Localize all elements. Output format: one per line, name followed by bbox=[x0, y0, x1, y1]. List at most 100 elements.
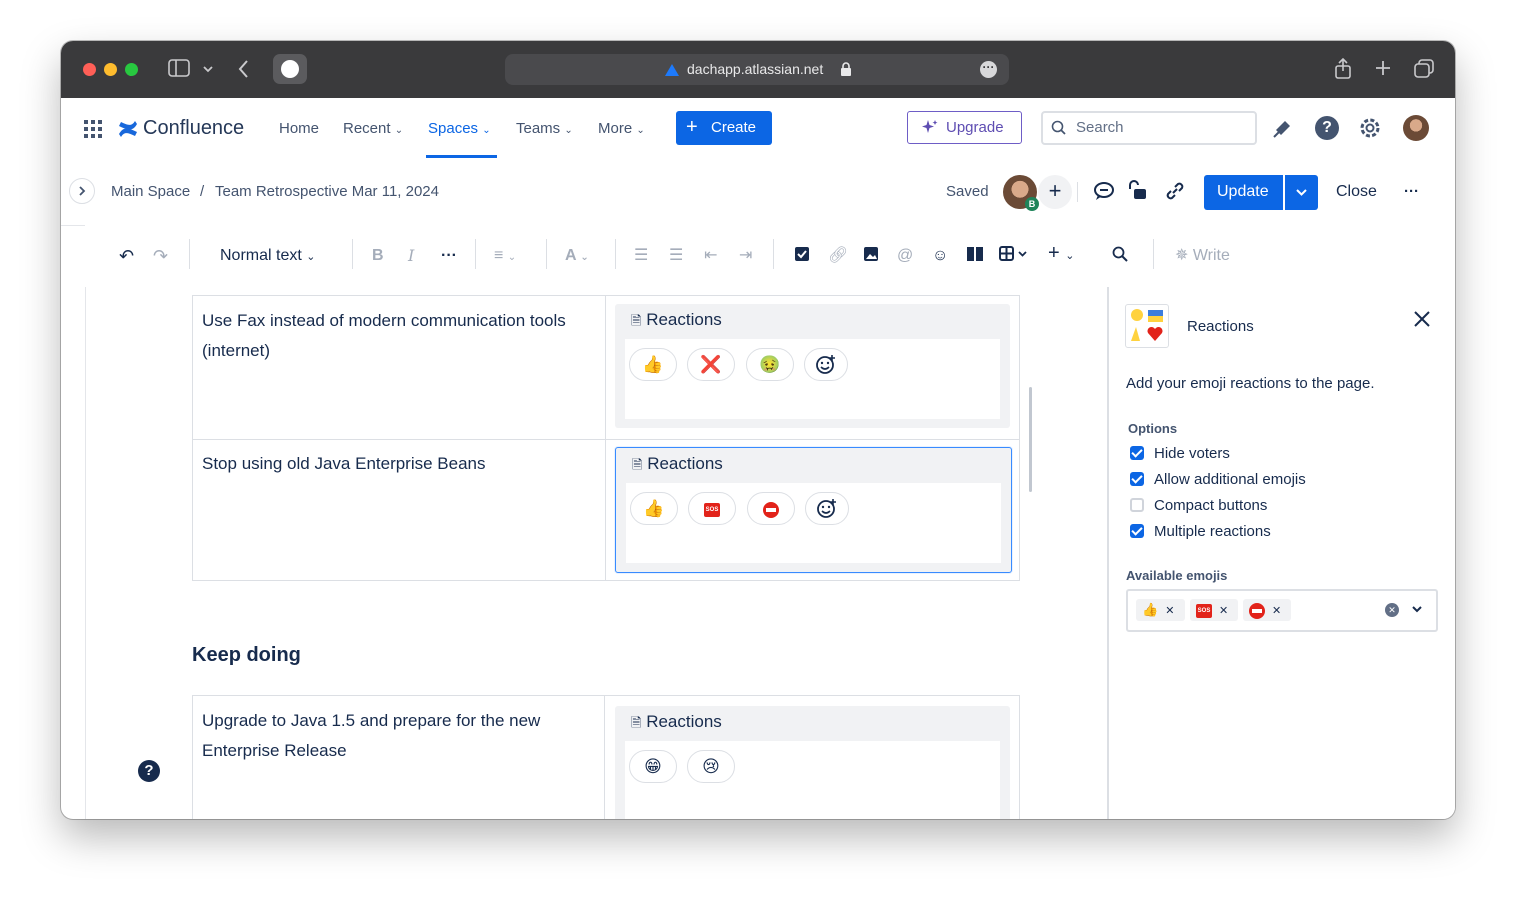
chevron-down-icon[interactable] bbox=[1410, 601, 1424, 622]
mention-icon[interactable]: @ bbox=[897, 247, 913, 265]
address-bar[interactable]: dachapp.atlassian.net ··· bbox=[505, 54, 1009, 85]
italic-icon[interactable]: I bbox=[408, 247, 414, 265]
reaction-button[interactable]: SOS bbox=[688, 492, 736, 525]
create-button[interactable]: + Create bbox=[676, 111, 772, 145]
tab-overview-icon[interactable] bbox=[1413, 59, 1435, 83]
remove-tag-icon[interactable]: ✕ bbox=[1219, 605, 1228, 617]
nav-recent[interactable]: Recent ⌄ bbox=[343, 120, 403, 137]
reaction-button[interactable] bbox=[747, 492, 795, 525]
reaction-button[interactable]: 👍 bbox=[629, 348, 677, 381]
ai-write-button[interactable]: ✵ Write bbox=[1175, 247, 1230, 265]
update-button-label: Update bbox=[1217, 183, 1269, 200]
editor-content[interactable]: Use Fax instead of modern communication … bbox=[85, 287, 1108, 819]
new-tab-icon[interactable] bbox=[1374, 59, 1392, 81]
notifications-icon[interactable] bbox=[1272, 117, 1294, 144]
invite-plus-button[interactable]: + bbox=[1038, 175, 1072, 209]
add-reaction-button[interactable] bbox=[805, 492, 849, 525]
emoji-tag: 👍 ✕ bbox=[1136, 599, 1185, 621]
bold-icon[interactable]: B bbox=[372, 247, 384, 265]
settings-gear-icon[interactable] bbox=[1358, 116, 1382, 145]
outdent-icon[interactable]: ⇤ bbox=[704, 247, 717, 265]
option-hide-voters[interactable]: Hide voters bbox=[1130, 445, 1230, 462]
more-formatting-icon[interactable]: ··· bbox=[441, 247, 457, 265]
image-icon[interactable] bbox=[863, 246, 879, 267]
checkbox-unchecked[interactable] bbox=[1130, 498, 1144, 513]
layouts-icon[interactable] bbox=[966, 246, 984, 267]
user-avatar[interactable] bbox=[1403, 115, 1429, 141]
nav-more[interactable]: More ⌄ bbox=[598, 120, 645, 137]
product-name[interactable]: Confluence bbox=[143, 117, 244, 140]
update-button[interactable]: Update bbox=[1204, 175, 1283, 210]
available-emojis-select[interactable]: 👍 ✕ SOS ✕ ✕ ✕ bbox=[1126, 589, 1438, 632]
nav-teams[interactable]: Teams ⌄ bbox=[516, 120, 573, 137]
sidebar-toggle-icon[interactable] bbox=[168, 59, 190, 81]
restrictions-lock-icon[interactable] bbox=[1128, 179, 1150, 206]
chevron-down-icon bbox=[1296, 189, 1307, 196]
link-icon[interactable]: 🔗︎ bbox=[828, 247, 848, 265]
reactions-macro-selected[interactable]: 🗎︎ Reactions 👍 SOS bbox=[615, 447, 1012, 573]
text-style-select[interactable]: Normal text ⌄ bbox=[220, 247, 315, 266]
option-multiple-reactions[interactable]: Multiple reactions bbox=[1130, 523, 1271, 540]
emoji-icon[interactable]: ☺ bbox=[932, 247, 948, 265]
back-icon[interactable] bbox=[238, 59, 250, 83]
remove-tag-icon[interactable]: ✕ bbox=[1165, 605, 1174, 617]
find-icon[interactable] bbox=[1112, 246, 1128, 267]
indent-icon[interactable]: ⇥ bbox=[739, 247, 752, 265]
app-switcher-icon[interactable] bbox=[83, 119, 103, 144]
close-icon[interactable] bbox=[1413, 310, 1431, 333]
bullet-list-icon[interactable]: ☰ bbox=[634, 247, 648, 265]
breadcrumb-page[interactable]: Team Retrospective Mar 11, 2024 bbox=[215, 183, 439, 200]
more-options-icon[interactable]: ··· bbox=[1404, 183, 1419, 200]
reaction-button[interactable]: 😁 bbox=[629, 750, 677, 783]
chevron-down-icon[interactable] bbox=[202, 60, 214, 80]
checkbox-checked[interactable] bbox=[1130, 524, 1144, 539]
reaction-button[interactable]: ❌ bbox=[687, 348, 735, 381]
update-options-button[interactable] bbox=[1285, 175, 1318, 210]
insert-plus-icon[interactable]: + ⌄ bbox=[1048, 243, 1074, 265]
nav-spaces[interactable]: Spaces ⌄ bbox=[428, 120, 491, 137]
nav-teams-label: Teams bbox=[516, 120, 561, 137]
minimize-window-button[interactable] bbox=[104, 63, 117, 76]
option-compact-buttons[interactable]: Compact buttons bbox=[1130, 497, 1267, 514]
confluence-logo-icon[interactable] bbox=[117, 119, 139, 144]
upgrade-button[interactable]: Upgrade bbox=[907, 111, 1022, 144]
task-checkbox-icon[interactable] bbox=[794, 246, 810, 267]
reactions-macro[interactable]: 🗎︎ Reactions 😁 😢 bbox=[615, 706, 1010, 819]
redo-icon[interactable]: ↷ bbox=[153, 247, 168, 265]
table-cell[interactable]: Use Fax instead of modern communication … bbox=[193, 296, 606, 439]
checkbox-checked[interactable] bbox=[1130, 472, 1144, 487]
checkbox-checked[interactable] bbox=[1130, 446, 1144, 461]
expand-sidebar-button[interactable] bbox=[69, 178, 95, 204]
help-icon[interactable]: ? bbox=[138, 760, 160, 782]
reaction-button[interactable]: 😢 bbox=[687, 750, 735, 783]
close-button[interactable]: Close bbox=[1336, 183, 1377, 201]
help-icon[interactable]: ? bbox=[1315, 116, 1339, 140]
table-icon[interactable] bbox=[999, 246, 1029, 267]
reactions-macro[interactable]: 🗎︎ Reactions 👍 ❌ 🤢 bbox=[615, 304, 1010, 428]
close-window-button[interactable] bbox=[83, 63, 96, 76]
share-icon[interactable] bbox=[1333, 57, 1353, 84]
maximize-window-button[interactable] bbox=[125, 63, 138, 76]
scrollbar[interactable] bbox=[1029, 387, 1032, 492]
table-cell[interactable]: Upgrade to Java 1.5 and prepare for the … bbox=[193, 696, 605, 819]
comment-icon[interactable] bbox=[1093, 180, 1115, 207]
link-icon[interactable] bbox=[1163, 179, 1187, 208]
option-allow-additional-emojis[interactable]: Allow additional emojis bbox=[1130, 471, 1306, 488]
breadcrumb-space[interactable]: Main Space bbox=[111, 183, 190, 200]
table-cell[interactable]: Stop using old Java Enterprise Beans bbox=[193, 439, 606, 581]
numbered-list-icon[interactable]: ☰ bbox=[669, 247, 683, 265]
collaborator-avatar[interactable]: B bbox=[1003, 175, 1039, 211]
github-tab-button[interactable] bbox=[273, 54, 307, 84]
undo-icon[interactable]: ↶ bbox=[119, 247, 134, 265]
reaction-button[interactable]: 🤢 bbox=[746, 348, 794, 381]
add-reaction-button[interactable] bbox=[804, 348, 848, 381]
panel-title: Reactions bbox=[1187, 318, 1254, 335]
clear-all-icon[interactable]: ✕ bbox=[1385, 603, 1399, 617]
nav-home[interactable]: Home bbox=[279, 120, 319, 137]
more-icon[interactable]: ··· bbox=[980, 61, 997, 78]
reaction-button[interactable]: 👍 bbox=[630, 492, 678, 525]
remove-tag-icon[interactable]: ✕ bbox=[1272, 605, 1281, 617]
alignment-icon[interactable]: ≡ ⌄ bbox=[494, 247, 516, 267]
search-input[interactable]: Search bbox=[1041, 111, 1257, 145]
text-color-icon[interactable]: A ⌄ bbox=[565, 247, 589, 267]
